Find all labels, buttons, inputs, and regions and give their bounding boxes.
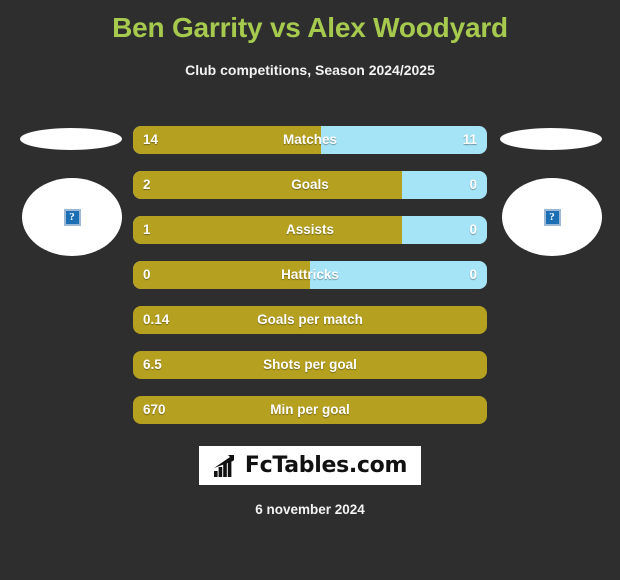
avatar-home: ? [22,178,122,256]
stat-value-away: 0 [469,267,477,282]
broken-image-icon: ? [543,208,561,226]
stat-bar-row: 0.14 Goals per match [133,306,487,334]
stat-label: Min per goal [270,402,350,417]
page-title: Ben Garrity vs Alex Woodyard [112,12,508,43]
stat-bar-row: 1 Assists 0 [133,216,487,244]
stat-value-away: 11 [462,132,477,147]
stat-bar-list: 14 Matches 11 2 Goals 0 1 Assists 0 0 Hattricks 0 0.… [133,126,487,441]
stat-bar-row: 0 Hattricks 0 [133,261,487,289]
bar-chart-icon [213,454,234,477]
page-subtitle: Club competitions, Season 2024/2025 [185,62,435,78]
comparison-infographic: Ben Garrity vs Alex Woodyard Club compet… [0,0,620,580]
stat-label: Hattricks [281,267,339,282]
stat-label: Shots per goal [263,357,357,372]
player-away: ? [486,120,614,260]
generated-date: 6 november 2024 [255,502,365,517]
stat-bar-row: 14 Matches 11 [133,126,487,154]
avatar-away: ? [502,178,602,256]
stat-label: Matches [282,132,338,147]
stat-value-away: 0 [469,177,477,192]
broken-image-icon: ? [63,208,81,226]
stat-value-away: 0 [469,222,477,237]
stat-bar-row: 2 Goals 0 [133,171,487,199]
player-home: ? [6,120,134,260]
stat-bar-row: 6.5 Shots per goal [133,351,487,379]
stat-label: Goals per match [257,312,363,327]
flag-icon-away [500,128,602,150]
site-logo-text: FcTables.com [244,453,408,478]
stat-bar-row: 670 Min per goal [133,396,487,424]
stat-label: Goals [291,177,329,192]
flag-icon-home [20,128,122,150]
stat-label: Assists [285,222,335,237]
site-logo[interactable]: FcTables.com [199,446,421,485]
